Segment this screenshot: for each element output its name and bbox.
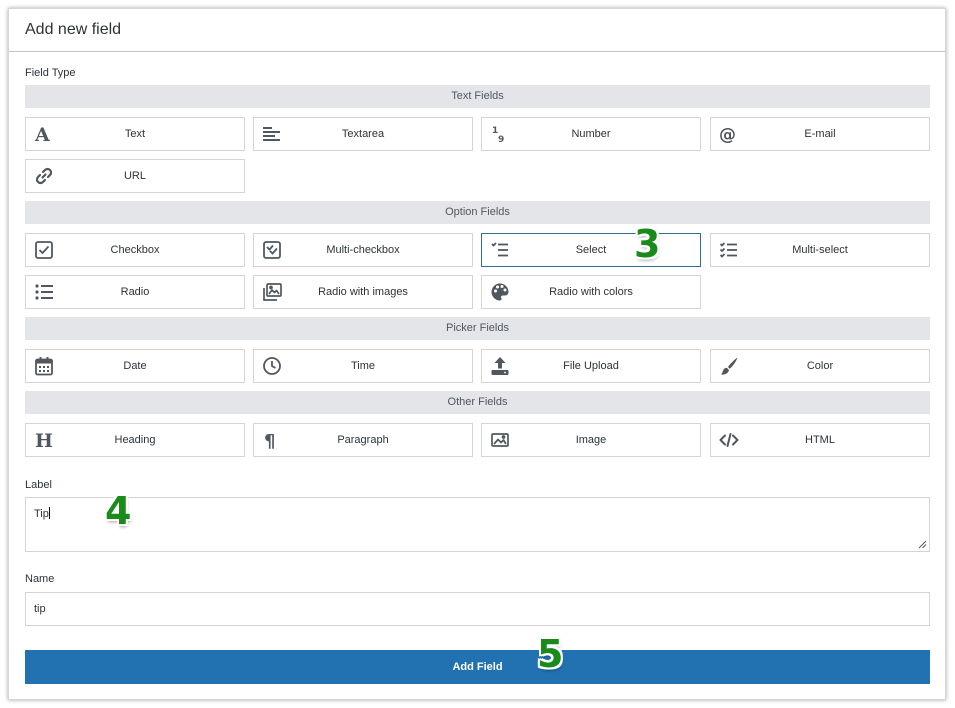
- field-type-time-button[interactable]: Time: [253, 349, 473, 383]
- field-type-label: Multi-select: [792, 244, 848, 256]
- field-type-label: Text: [124, 128, 146, 140]
- field-type-label: Paragraph: [337, 434, 389, 446]
- field-type-html-button[interactable]: HTML: [710, 423, 930, 457]
- section-text-fields: Text Fields: [25, 85, 930, 108]
- field-type-label: Field Type: [25, 67, 76, 79]
- field-type-label: Radio with images: [318, 286, 408, 298]
- field-type-multi-select-button[interactable]: Multi-select: [710, 233, 930, 267]
- field-type-text-button[interactable]: A Text: [25, 117, 245, 151]
- field-type-label: Checkbox: [110, 244, 160, 256]
- step-marker-4: 4: [105, 489, 132, 533]
- field-type-radio-colors-button[interactable]: Radio with colors: [481, 275, 701, 309]
- field-type-multi-checkbox-button[interactable]: Multi-checkbox: [253, 233, 473, 267]
- field-type-label: HTML: [805, 434, 835, 446]
- resize-grip-icon[interactable]: [918, 540, 927, 549]
- field-type-label: E-mail: [804, 128, 836, 140]
- title-divider: [9, 51, 945, 52]
- field-type-label: Radio: [120, 286, 150, 298]
- field-type-label: Time: [350, 360, 376, 372]
- add-field-button[interactable]: Add Field: [25, 650, 930, 684]
- field-type-label: Radio with colors: [549, 286, 633, 298]
- step-marker-5: 5: [537, 632, 564, 676]
- field-type-label: Image: [575, 434, 607, 446]
- name-input[interactable]: tip: [25, 592, 930, 626]
- field-type-date-button[interactable]: Date: [25, 349, 245, 383]
- field-type-textarea-button[interactable]: Textarea: [253, 117, 473, 151]
- dialog-title: Add new field: [25, 21, 122, 38]
- field-type-label: Number: [571, 128, 611, 140]
- text-caret: [48, 507, 50, 519]
- field-type-label: Select: [575, 244, 607, 256]
- field-type-file-upload-button[interactable]: File Upload: [481, 349, 701, 383]
- name-field-label: Name: [25, 573, 55, 585]
- field-type-label: Heading: [114, 434, 156, 446]
- add-field-dialog: Add new field Field Type Text Fields A T…: [8, 8, 946, 700]
- label-textarea[interactable]: Tip: [25, 497, 930, 552]
- field-type-label: Multi-checkbox: [326, 244, 400, 256]
- label-value: Tip: [34, 508, 49, 520]
- label-field-label: Label: [25, 479, 52, 491]
- field-type-paragraph-button[interactable]: ¶ Paragraph: [253, 423, 473, 457]
- field-type-radio-button[interactable]: Radio: [25, 275, 245, 309]
- field-type-heading-button[interactable]: H Heading: [25, 423, 245, 457]
- section-other-fields: Other Fields: [25, 391, 930, 414]
- field-type-label: URL: [123, 170, 146, 182]
- field-type-number-button[interactable]: 19 Number: [481, 117, 701, 151]
- field-type-image-button[interactable]: Image: [481, 423, 701, 457]
- field-type-color-button[interactable]: Color: [710, 349, 930, 383]
- field-type-label: Textarea: [341, 128, 385, 140]
- field-type-label: File Upload: [563, 360, 619, 372]
- field-type-radio-images-button[interactable]: Radio with images: [253, 275, 473, 309]
- step-marker-3: 3: [634, 222, 661, 266]
- field-type-checkbox-button[interactable]: Checkbox: [25, 233, 245, 267]
- field-type-url-button[interactable]: URL: [25, 159, 245, 193]
- field-type-label: Date: [123, 360, 147, 372]
- field-type-email-button[interactable]: @ E-mail: [710, 117, 930, 151]
- section-picker-fields: Picker Fields: [25, 317, 930, 340]
- field-type-select-button[interactable]: Select: [481, 233, 701, 267]
- field-type-label: Color: [806, 360, 834, 372]
- section-option-fields: Option Fields: [25, 201, 930, 224]
